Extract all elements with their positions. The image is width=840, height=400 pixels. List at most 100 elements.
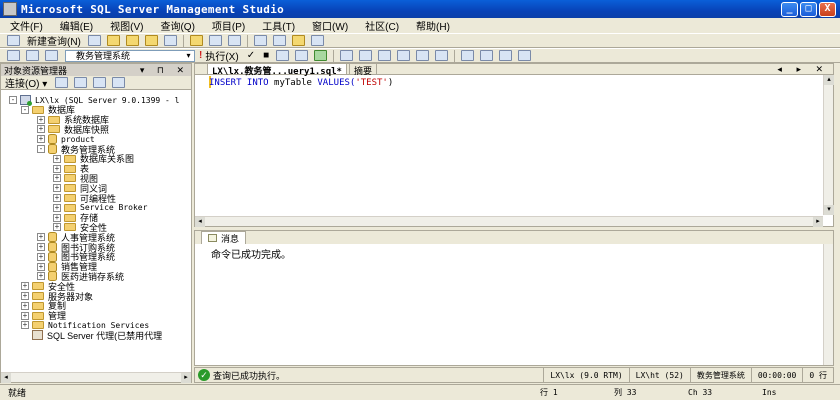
client-statistics-icon[interactable] [378, 50, 392, 61]
new-query-button[interactable]: 新建查询(N) [27, 33, 81, 48]
connect-button[interactable]: 连接(O) ▾ [5, 75, 47, 90]
tree-node[interactable]: + 管理 [21, 311, 66, 321]
expand-icon[interactable]: + [37, 262, 45, 271]
tree-node[interactable]: + 可编程性 [53, 193, 116, 204]
chevron-down-icon[interactable]: ▾ [183, 51, 194, 61]
tab-query[interactable]: LX\lx.教务管...uery1.sql* [207, 63, 347, 77]
intellisense-icon[interactable] [314, 50, 328, 61]
include-plan-icon[interactable] [359, 50, 373, 61]
collapse-icon[interactable]: - [9, 96, 17, 104]
scroll-left-icon[interactable]: ◂ [195, 217, 205, 227]
tree-node[interactable]: + Service Broker [53, 203, 147, 213]
editor-vscrollbar[interactable]: ▴ ▾ [823, 75, 834, 215]
expand-icon[interactable]: + [53, 194, 61, 202]
template-explorer-icon[interactable] [291, 35, 305, 46]
object-explorer-icon[interactable] [272, 35, 286, 46]
expand-icon[interactable]: + [21, 301, 29, 310]
scroll-up-icon[interactable]: ▴ [824, 75, 834, 85]
scroll-left-icon[interactable]: ◂ [1, 373, 11, 383]
collapse-icon[interactable]: - [37, 145, 45, 153]
stop-icon[interactable] [74, 77, 88, 88]
close-button[interactable]: X [819, 1, 836, 17]
results-to-grid-icon[interactable] [416, 50, 430, 61]
dmx-query-icon[interactable] [144, 35, 158, 46]
scroll-down-icon[interactable]: ▾ [824, 205, 834, 215]
display-estimated-plan-icon[interactable] [276, 50, 290, 61]
expand-icon[interactable]: + [53, 174, 61, 183]
save-all-icon[interactable] [227, 35, 241, 46]
expand-icon[interactable]: + [53, 184, 61, 193]
tree-node[interactable]: + 数据库关系图 [53, 154, 134, 164]
expand-icon[interactable]: + [37, 243, 45, 251]
refresh-icon[interactable] [93, 77, 107, 88]
menu-help[interactable]: 帮助(H) [416, 18, 450, 33]
results-vscrollbar[interactable] [823, 244, 833, 365]
register-server-icon[interactable] [55, 77, 69, 88]
design-query-icon[interactable] [340, 50, 354, 61]
menu-project[interactable]: 项目(P) [212, 18, 245, 33]
cancel-query-button[interactable]: ■ [263, 50, 269, 61]
new-query-icon[interactable] [7, 35, 20, 46]
expand-icon[interactable]: + [21, 321, 29, 330]
minimize-button[interactable]: _ [781, 1, 798, 17]
results-to-file-icon[interactable] [435, 50, 449, 61]
tab-controls[interactable]: ◂ ▸ ✕ [777, 64, 829, 75]
filter-icon[interactable] [112, 77, 126, 88]
xmla-query-icon[interactable] [163, 35, 177, 46]
expand-icon[interactable]: + [53, 164, 61, 173]
expand-icon[interactable]: + [37, 233, 45, 242]
panel-controls[interactable]: ▾ ⊓ ✕ [140, 65, 191, 76]
tree-node[interactable]: SQL Server 代理(已禁用代理 [21, 330, 162, 341]
comment-lines-icon[interactable] [461, 50, 475, 61]
expand-icon[interactable]: + [37, 272, 45, 281]
mdx-query-icon[interactable] [125, 35, 139, 46]
increase-indent-icon[interactable] [518, 50, 532, 61]
registered-servers-icon[interactable] [253, 35, 267, 46]
properties-icon[interactable] [310, 35, 324, 46]
editor-hscrollbar[interactable]: ◂ ▸ [195, 216, 823, 227]
menu-view[interactable]: 视图(V) [110, 18, 143, 33]
analysis-query-icon[interactable] [106, 35, 120, 46]
parse-button[interactable]: ✓ [247, 50, 255, 61]
tree-node[interactable]: - LX\lx (SQL Server 9.0.1399 - l [9, 95, 180, 106]
tab-messages[interactable]: 消息 [201, 231, 247, 244]
menu-community[interactable]: 社区(C) [365, 18, 399, 33]
expand-icon[interactable]: + [53, 203, 61, 212]
expand-icon[interactable]: + [53, 154, 61, 163]
expand-icon[interactable]: + [37, 115, 45, 124]
folder-icon [32, 301, 44, 310]
collapse-icon[interactable]: - [21, 105, 29, 114]
results-to-text-icon[interactable] [397, 50, 411, 61]
menu-window[interactable]: 窗口(W) [312, 18, 348, 33]
open-file-icon[interactable] [189, 35, 203, 46]
expand-icon[interactable]: + [53, 223, 61, 232]
database-engine-query-icon[interactable] [87, 35, 101, 46]
expand-icon[interactable]: + [37, 125, 45, 134]
query-options-icon[interactable] [295, 50, 309, 61]
expand-icon[interactable]: + [21, 311, 29, 320]
save-icon[interactable] [208, 35, 222, 46]
decrease-indent-icon[interactable] [499, 50, 513, 61]
menu-query[interactable]: 查询(Q) [160, 18, 194, 33]
scroll-right-icon[interactable]: ▸ [813, 217, 823, 227]
maximize-button[interactable]: □ [800, 1, 817, 17]
menu-file[interactable]: 文件(F) [10, 18, 43, 33]
uncomment-lines-icon[interactable] [480, 50, 494, 61]
connect-icon[interactable] [7, 50, 20, 61]
object-explorer-hscrollbar[interactable]: ◂ ▸ [1, 372, 191, 383]
menu-tools[interactable]: 工具(T) [262, 18, 295, 33]
expand-icon[interactable]: + [37, 252, 45, 261]
sql-code[interactable]: INSERT INTO myTable VALUES('TEST') [209, 78, 393, 88]
expand-icon[interactable]: + [21, 282, 29, 291]
menu-edit[interactable]: 编辑(E) [60, 18, 93, 33]
scroll-right-icon[interactable]: ▸ [181, 373, 191, 383]
expand-icon[interactable]: + [53, 213, 61, 222]
expand-icon[interactable]: + [21, 292, 29, 300]
change-connection-icon[interactable] [45, 50, 58, 61]
expand-icon[interactable]: + [37, 135, 45, 144]
execute-button[interactable]: ! 执行(X) [199, 48, 239, 63]
disconnect-icon[interactable] [26, 50, 39, 61]
available-databases-select[interactable]: 教务管理系统 ▾ [65, 49, 195, 62]
tab-summary[interactable]: 摘要 [348, 63, 377, 76]
tree-node[interactable]: + 数据库快照 [37, 124, 109, 135]
